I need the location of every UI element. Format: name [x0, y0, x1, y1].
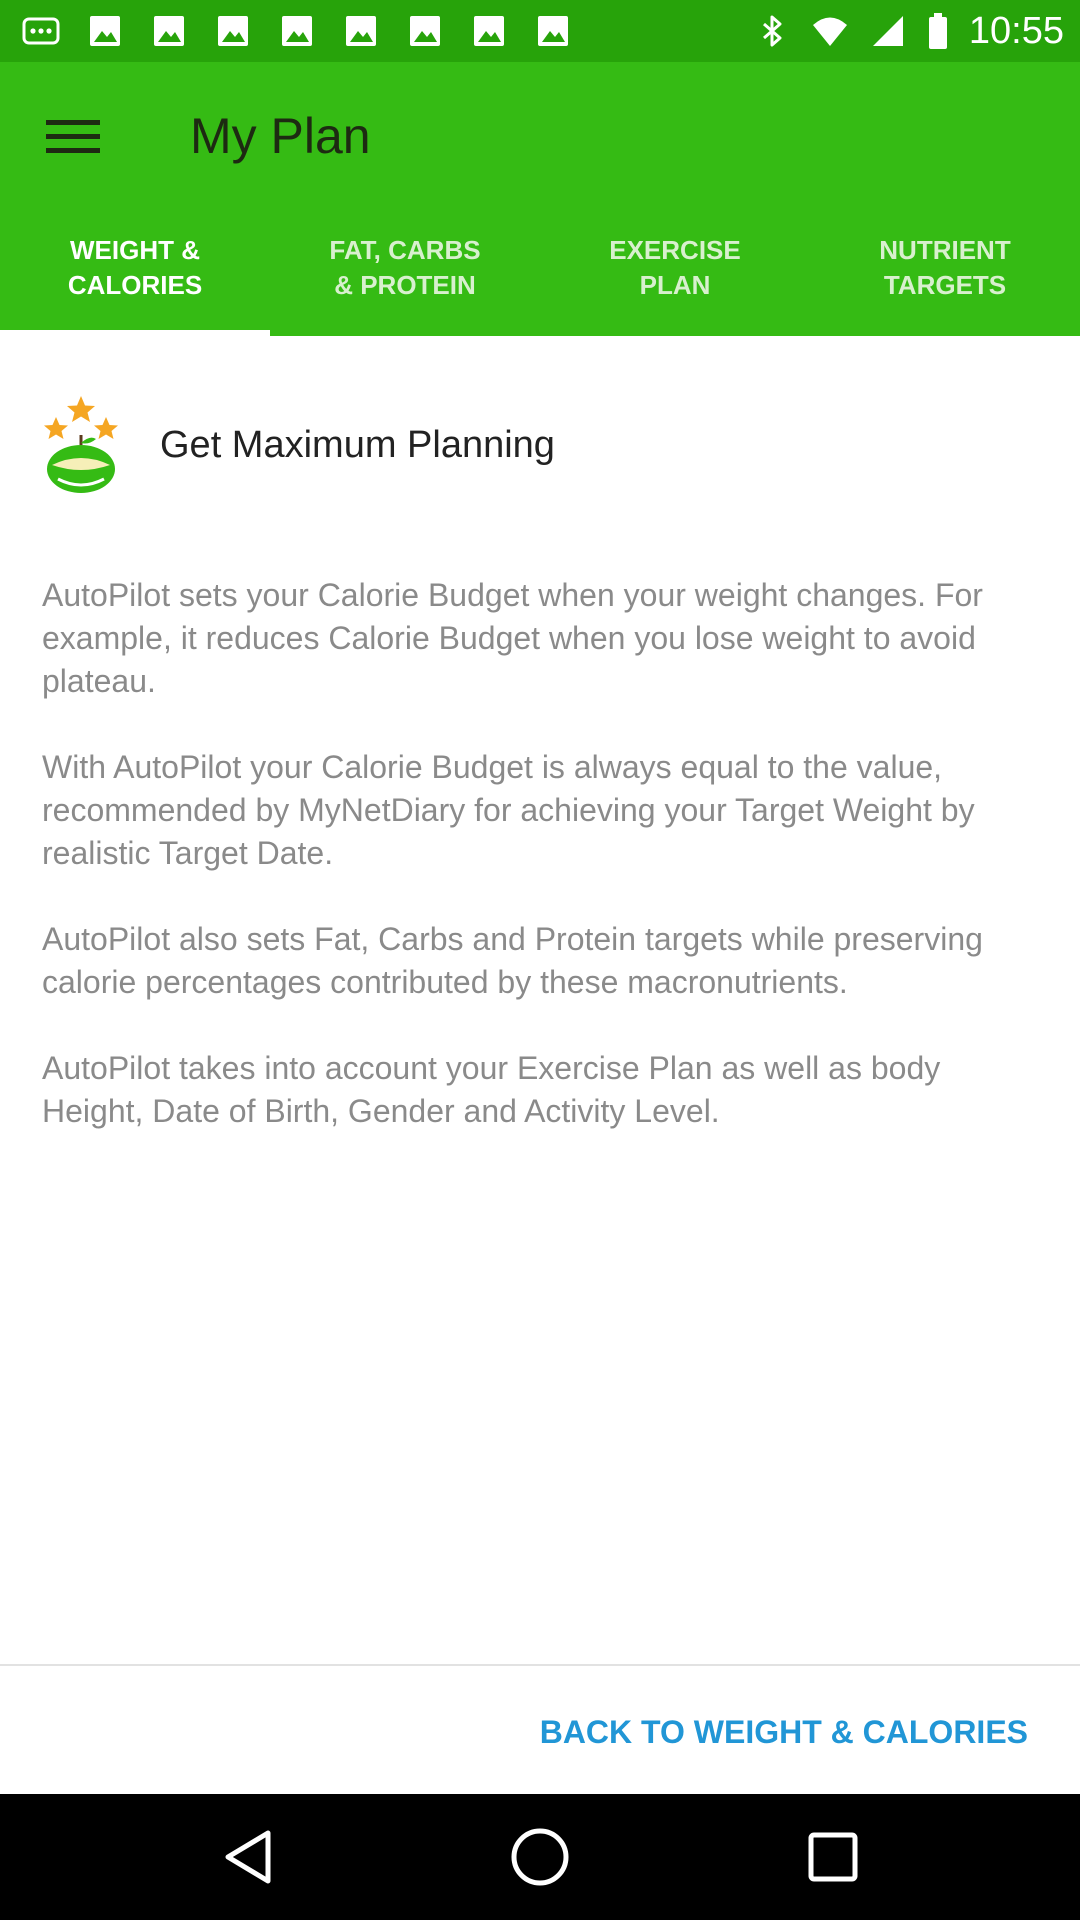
page-title: My Plan: [190, 108, 371, 164]
app-bar: My Plan: [0, 62, 1080, 210]
status-bar: 10:55: [0, 0, 1080, 62]
system-status-icons: 10:55: [753, 8, 1064, 54]
tab-fat-carbs-protein[interactable]: FAT, CARBS & PROTEIN: [270, 210, 540, 336]
home-circle-icon: [511, 1828, 569, 1886]
description-text: AutoPilot sets your Calorie Budget when …: [42, 574, 1042, 1176]
hamburger-menu-icon: [46, 120, 100, 153]
picture-icon: [410, 16, 440, 46]
stars-apple-icon: [44, 396, 118, 493]
battery-icon: [928, 13, 947, 49]
paragraph: AutoPilot also sets Fat, Carbs and Prote…: [42, 921, 983, 1000]
back-triangle-icon: [225, 1830, 271, 1884]
bluetooth-icon: [762, 15, 782, 47]
tab-nutrient-targets[interactable]: NUTRIENT TARGETS: [810, 210, 1080, 336]
picture-icon: [346, 16, 376, 46]
tab-weight-calories[interactable]: WEIGHT & CALORIES: [0, 210, 270, 336]
picture-icon: [154, 16, 184, 46]
recents-square-icon: [808, 1832, 858, 1882]
picture-icon: [282, 16, 312, 46]
status-time: 10:55: [968, 10, 1064, 52]
active-tab-indicator: [0, 330, 270, 336]
paragraph: With AutoPilot your Calorie Budget is al…: [42, 749, 975, 871]
tab-label: FAT, CARBS & PROTEIN: [329, 235, 481, 300]
promo-header: Get Maximum Planning: [38, 390, 555, 500]
nav-back-button[interactable]: [197, 1807, 297, 1907]
back-to-weight-calories-button[interactable]: BACK TO WEIGHT & CALORIES: [540, 1700, 1028, 1764]
picture-icon: [218, 16, 248, 46]
tab-label: NUTRIENT TARGETS: [879, 235, 1011, 300]
picture-icon: [474, 16, 504, 46]
tab-bar: WEIGHT & CALORIES FAT, CARBS & PROTEIN E…: [0, 210, 1080, 336]
nav-recents-button[interactable]: [783, 1807, 883, 1907]
more-dots-icon: [22, 17, 60, 45]
picture-icon: [90, 16, 120, 46]
tab-label: WEIGHT & CALORIES: [67, 235, 203, 300]
paragraph: AutoPilot takes into account your Exerci…: [42, 1050, 941, 1129]
tab-label: EXERCISE PLAN: [609, 235, 741, 300]
menu-button[interactable]: [28, 98, 118, 174]
system-nav-bar: [0, 1794, 1080, 1920]
paragraph: AutoPilot sets your Calorie Budget when …: [42, 577, 983, 699]
picture-icon: [538, 16, 568, 46]
wifi-icon: [812, 17, 847, 46]
tab-exercise-plan[interactable]: EXERCISE PLAN: [540, 210, 810, 336]
divider: [0, 1664, 1080, 1666]
notification-icons: [22, 12, 572, 50]
promo-title: Get Maximum Planning: [160, 423, 555, 466]
nav-home-button[interactable]: [490, 1807, 590, 1907]
signal-icon: [872, 16, 903, 46]
